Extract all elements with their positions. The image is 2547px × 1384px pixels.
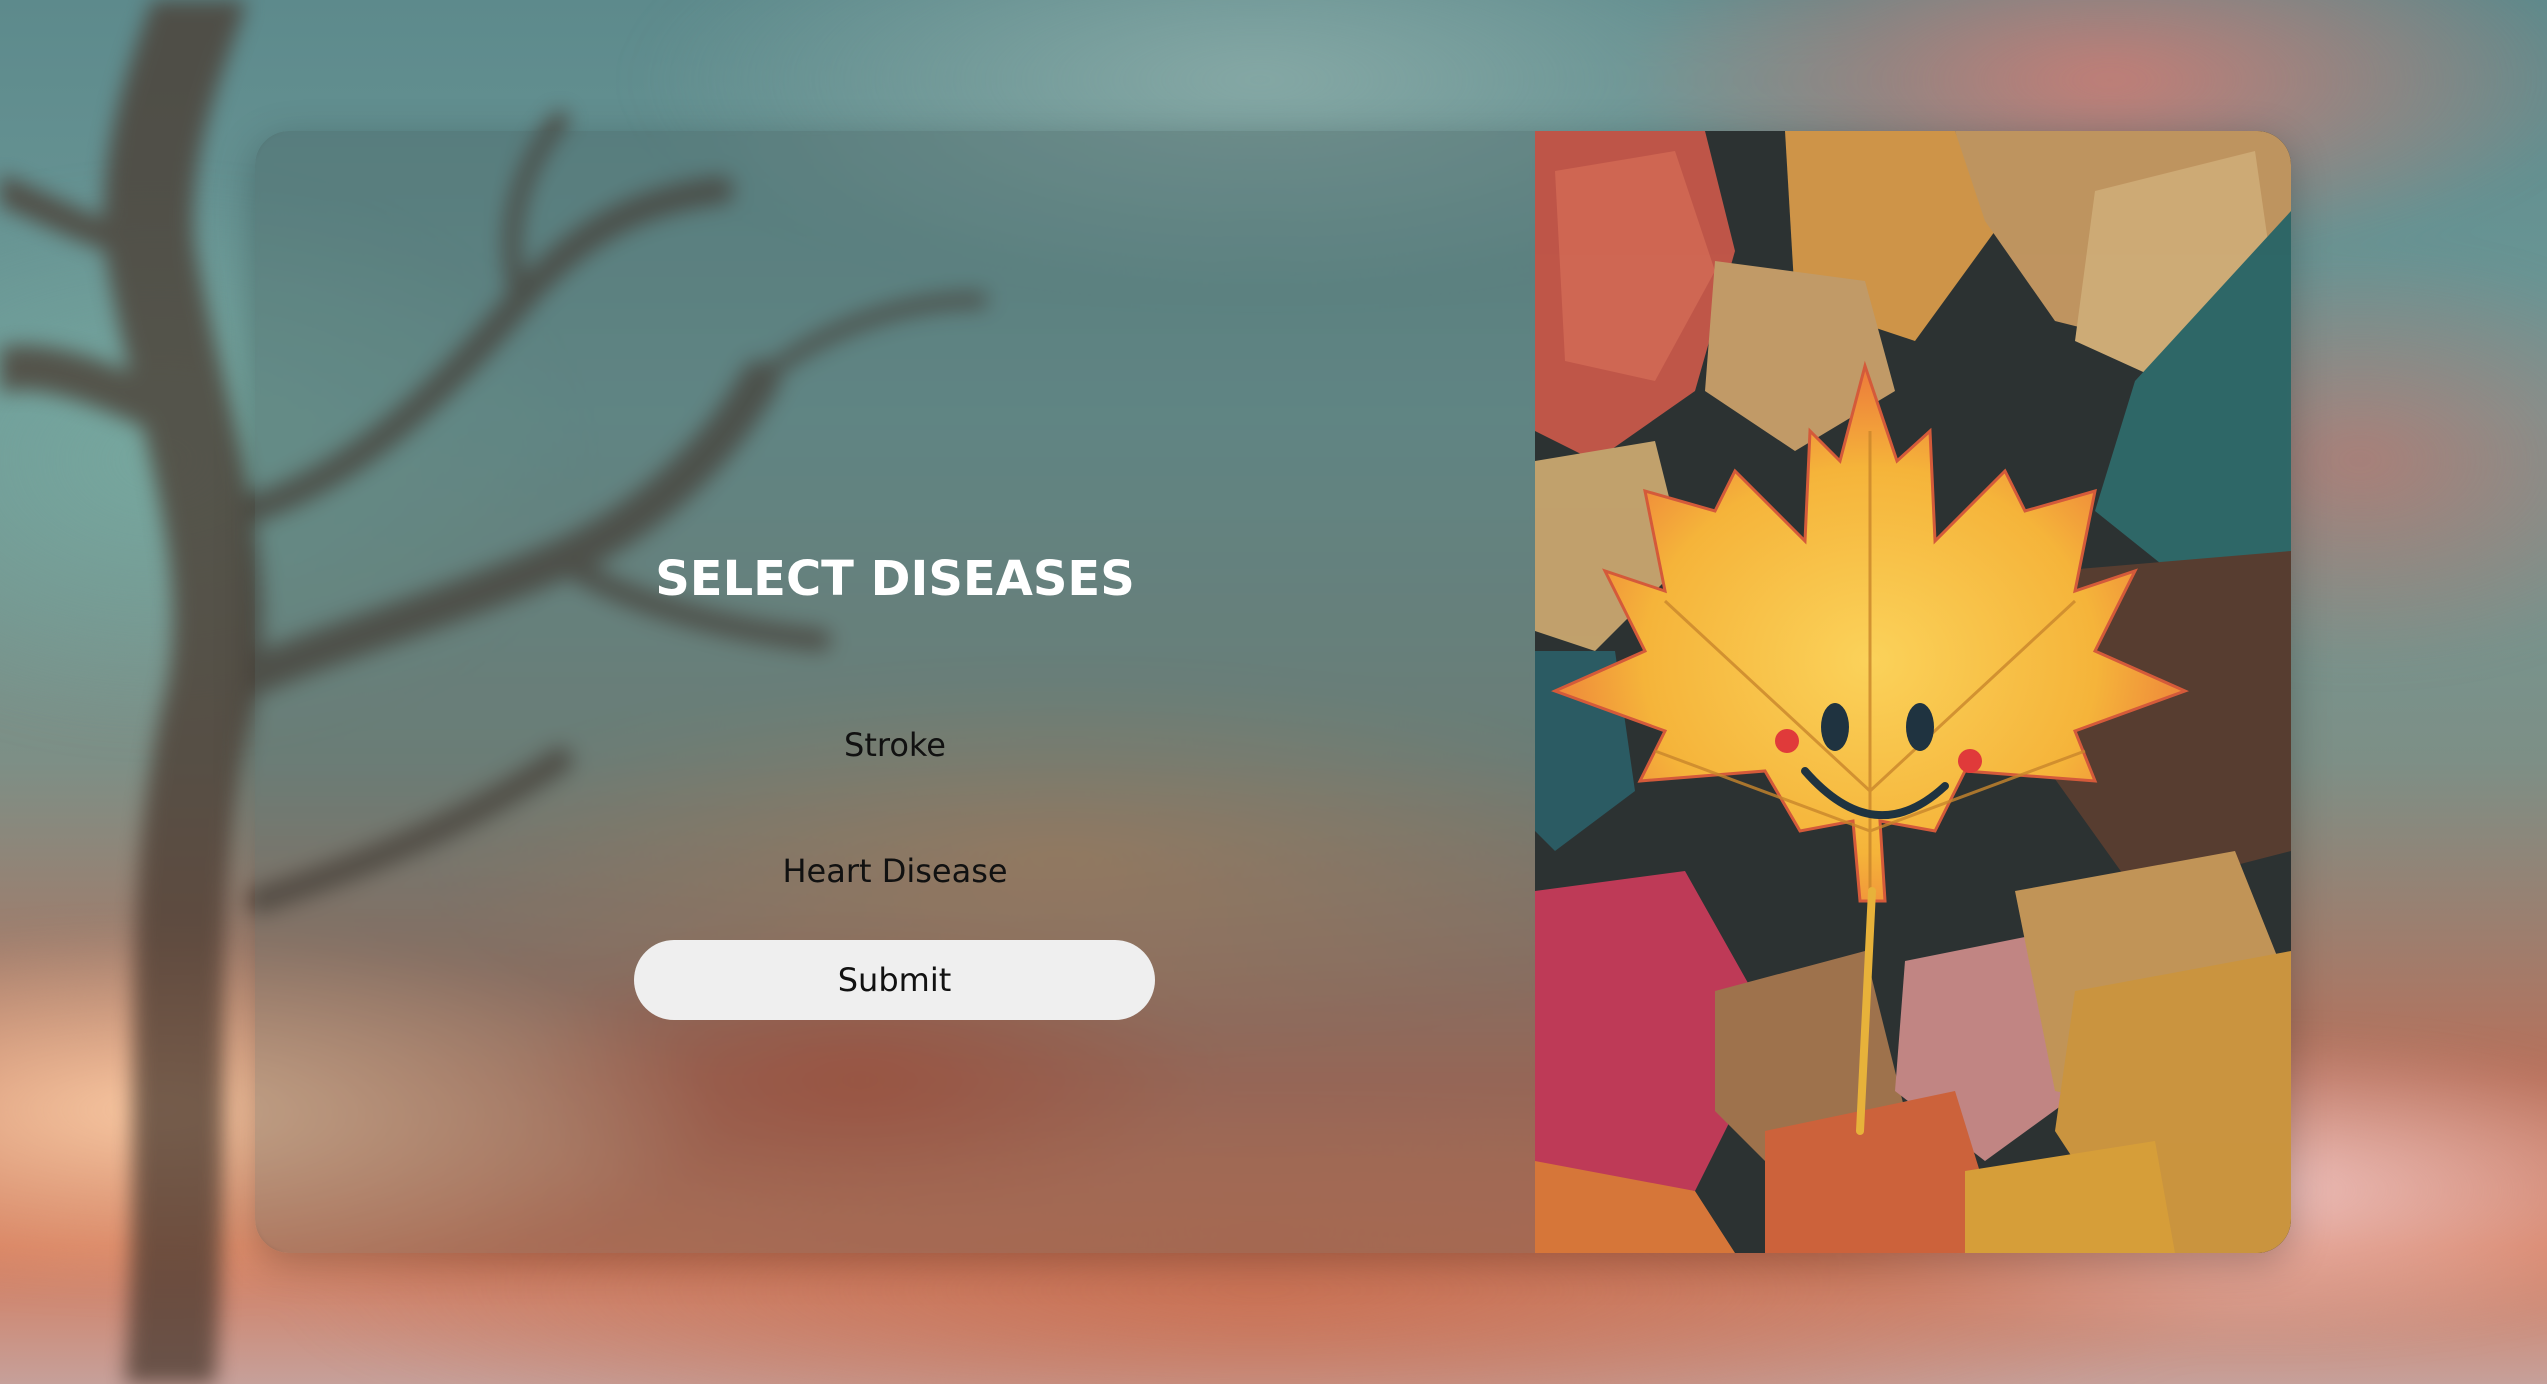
disease-selection-card: SELECT DISEASES Stroke Heart Disease Dia… bbox=[255, 131, 2291, 1253]
option-heart-disease[interactable]: Heart Disease bbox=[255, 852, 1535, 890]
submit-button[interactable]: Submit bbox=[634, 940, 1155, 1020]
page-title: SELECT DISEASES bbox=[655, 551, 1135, 607]
form-panel: SELECT DISEASES Stroke Heart Disease Dia… bbox=[255, 131, 1535, 1253]
leaf-illustration bbox=[1535, 131, 2291, 1253]
option-stroke[interactable]: Stroke bbox=[255, 726, 1535, 764]
page-background: SELECT DISEASES Stroke Heart Disease Dia… bbox=[0, 0, 2547, 1384]
smiling-maple-leaf-image bbox=[1535, 131, 2291, 1253]
